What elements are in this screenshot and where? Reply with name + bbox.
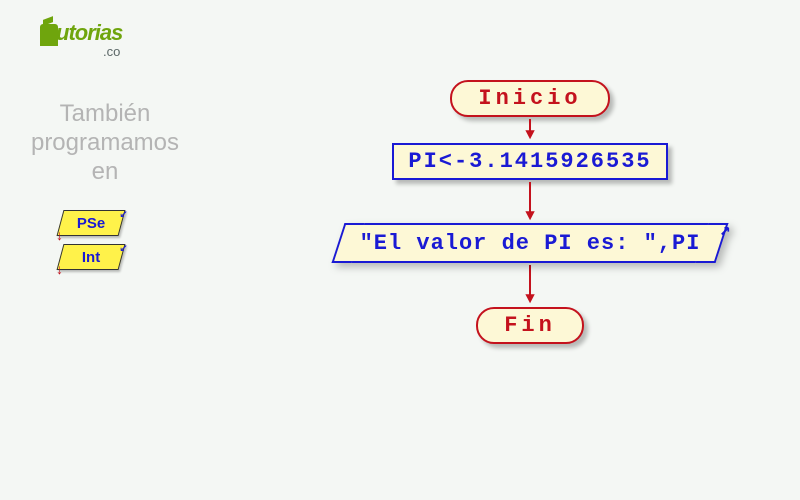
sidebar-caption: También programamos en	[20, 100, 190, 186]
logo: utorias .co	[40, 20, 122, 59]
logo-text-main: utorias	[56, 20, 122, 45]
flow-output-text: "El valor de PI es: ",PI	[360, 231, 701, 256]
flow-end-label: Fin	[504, 313, 556, 338]
arrow-out-icon: ↓	[55, 229, 63, 245]
flow-start-label: Inicio	[478, 86, 581, 111]
badge-int: Int ↙ ↓	[57, 244, 126, 270]
sidebar-line-1: También	[20, 100, 190, 129]
arrow-out-icon: ↓	[55, 263, 63, 279]
logo-text-sub: .co	[40, 44, 120, 59]
output-arrow-icon: ↗	[720, 219, 731, 241]
flow-arrow-icon: ▼	[525, 119, 535, 141]
arrow-in-icon: ↙	[119, 239, 127, 256]
arrow-in-icon: ↙	[119, 205, 127, 222]
badge-pse: PSe ↙ ↓	[57, 210, 126, 236]
badge-int-label: Int	[82, 249, 100, 266]
flow-arrow-icon: ▼	[525, 182, 535, 222]
flowchart: Inicio ▼ PI<-3.1415926535 ▼ "El valor de…	[280, 80, 780, 344]
language-badges: PSe ↙ ↓ Int ↙ ↓	[60, 210, 122, 270]
flow-process-text: PI<-3.1415926535	[408, 149, 651, 174]
sidebar-line-2: programamos	[20, 129, 190, 158]
flow-arrow-icon: ▼	[525, 265, 535, 305]
badge-pse-label: PSe	[77, 215, 105, 232]
sidebar-line-3: en	[20, 158, 190, 187]
flow-output-box: "El valor de PI es: ",PI ↗	[338, 223, 723, 263]
flow-start-terminal: Inicio	[450, 80, 609, 117]
flow-end-terminal: Fin	[476, 307, 584, 344]
logo-icon	[40, 24, 58, 46]
flow-process-box: PI<-3.1415926535	[392, 143, 667, 180]
